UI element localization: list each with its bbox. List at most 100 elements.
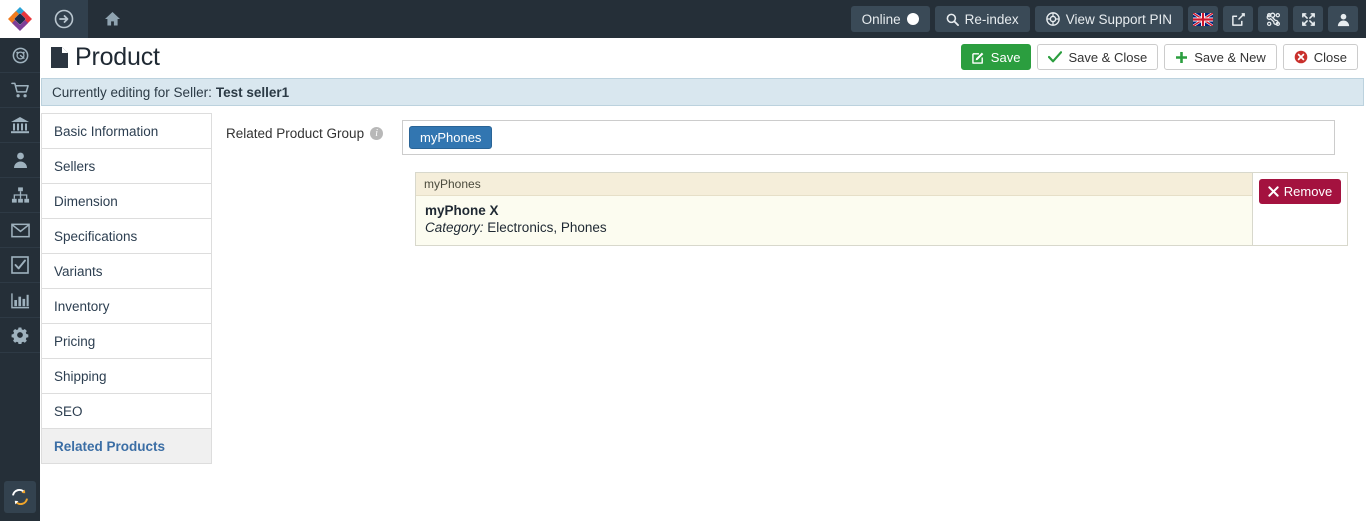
sidebar-icon-rail — [0, 38, 40, 521]
tab-related-products[interactable]: Related Products — [42, 429, 211, 464]
uk-flag-icon — [1192, 11, 1214, 27]
related-product-group-input[interactable]: myPhones — [402, 120, 1335, 155]
related-products-panel: Related Product Group i myPhones myPhone… — [212, 113, 1366, 253]
nav-forward-button[interactable] — [40, 0, 88, 38]
tab-basic-information[interactable]: Basic Information — [42, 114, 211, 149]
envelope-icon — [10, 223, 30, 238]
tab-shipping[interactable]: Shipping — [42, 359, 211, 394]
check-icon — [1048, 51, 1063, 63]
topbar-actions: Online Re-index View Support PIN — [850, 0, 1366, 38]
reindex-button[interactable]: Re-index — [934, 6, 1030, 32]
shopping-cart-icon — [10, 81, 30, 99]
remove-button[interactable]: Remove — [1258, 179, 1342, 204]
tab-sellers[interactable]: Sellers — [42, 149, 211, 184]
save-and-new-label: Save & New — [1194, 49, 1266, 65]
group-chip[interactable]: myPhones — [409, 126, 493, 149]
category-value: Electronics, Phones — [487, 220, 607, 235]
save-and-new-button[interactable]: Save & New — [1164, 44, 1277, 70]
tab-inventory[interactable]: Inventory — [42, 289, 211, 324]
sidebar-item-dashboard[interactable] — [0, 38, 40, 73]
tab-label: Basic Information — [54, 123, 159, 139]
save-and-close-button[interactable]: Save & Close — [1037, 44, 1159, 70]
group-card: myPhones myPhone X Category: Electronics… — [416, 173, 1252, 245]
tab-label: Inventory — [54, 298, 110, 314]
save-button-label: Save — [990, 49, 1021, 65]
related-product-group-label: Related Product Group i — [212, 113, 402, 141]
remove-button-label: Remove — [1283, 184, 1333, 199]
fullscreen-button[interactable] — [1293, 6, 1323, 32]
tab-label: Sellers — [54, 158, 96, 174]
preview-site-button[interactable] — [1223, 6, 1253, 32]
app-root: Online Re-index View Support PIN Product… — [0, 0, 1366, 521]
top-navigation-bar: Online Re-index View Support PIN — [0, 0, 1366, 38]
brand-logo[interactable] — [0, 0, 40, 38]
close-circle-icon — [1294, 50, 1308, 64]
language-flag-button[interactable] — [1188, 6, 1218, 32]
product-tab-list: Basic Information Sellers Dimension Spec… — [41, 113, 212, 464]
sidebar-item-reports[interactable] — [0, 283, 40, 318]
sidebar-item-orders[interactable] — [0, 73, 40, 108]
seller-banner-name: Test seller1 — [215, 84, 290, 100]
user-account-button[interactable] — [1328, 6, 1358, 32]
page-title: Product — [50, 43, 160, 72]
online-status-label: Online — [861, 11, 901, 27]
seller-banner-prefix: Currently editing for Seller: — [52, 84, 212, 100]
times-icon — [1268, 186, 1279, 197]
related-product-group-row: Related Product Group i myPhones — [212, 113, 1366, 155]
search-icon — [946, 13, 959, 26]
expand-arrows-icon — [1301, 12, 1316, 27]
tab-label: Variants — [54, 263, 103, 279]
save-and-close-label: Save & Close — [1068, 49, 1148, 65]
close-button-label: Close — [1313, 49, 1347, 65]
related-group-result-card: myPhones myPhone X Category: Electronics… — [415, 172, 1348, 246]
home-icon — [104, 12, 120, 26]
online-status-toggle[interactable]: Online — [850, 6, 930, 32]
tab-variants[interactable]: Variants — [42, 254, 211, 289]
sidebar-item-finance[interactable] — [0, 108, 40, 143]
related-product-category: Category: Electronics, Phones — [425, 220, 1243, 235]
sidebar-item-tasks[interactable] — [0, 248, 40, 283]
info-circle-icon[interactable]: i — [370, 127, 384, 140]
tab-label: Pricing — [54, 333, 96, 349]
checkbox-checked-icon — [11, 256, 29, 274]
lifering-icon — [1045, 12, 1060, 26]
gear-icon — [11, 326, 29, 345]
sidebar-item-customers[interactable] — [0, 143, 40, 178]
user-icon — [12, 151, 29, 169]
tab-specifications[interactable]: Specifications — [42, 219, 211, 254]
save-button[interactable]: Save — [960, 44, 1032, 70]
sitemap-icon — [11, 186, 30, 204]
brand-diamond-logo-icon — [8, 7, 32, 31]
page-title-text: Product — [75, 42, 160, 71]
bar-chart-icon — [10, 292, 30, 309]
sidebar-item-settings[interactable] — [0, 318, 40, 353]
joomla-logo-icon — [1266, 12, 1281, 27]
field-label-text: Related Product Group — [226, 126, 365, 141]
close-button[interactable]: Close — [1282, 44, 1358, 70]
page-header: Product Save Save & Close Save & New Clo… — [40, 38, 1366, 76]
related-product-name: myPhone X — [425, 203, 499, 218]
reindex-label: Re-index — [964, 11, 1019, 27]
online-status-dot-icon — [906, 13, 919, 25]
plus-icon — [1175, 51, 1188, 64]
nav-home-button[interactable] — [88, 0, 136, 38]
tab-dimension[interactable]: Dimension — [42, 184, 211, 219]
remove-cell: Remove — [1252, 173, 1347, 245]
tab-label: SEO — [54, 403, 83, 419]
tab-label: Dimension — [54, 193, 118, 209]
joomla-admin-button[interactable] — [1258, 6, 1288, 32]
tab-pricing[interactable]: Pricing — [42, 324, 211, 359]
view-support-pin-label: View Support PIN — [1065, 11, 1172, 27]
save-pencil-icon — [972, 51, 985, 64]
view-support-pin-button[interactable]: View Support PIN — [1034, 6, 1183, 32]
group-card-body: myPhone X Category: Electronics, Phones — [416, 196, 1252, 245]
tab-seo[interactable]: SEO — [42, 394, 211, 429]
tab-label: Related Products — [54, 438, 166, 454]
refresh-sync-button[interactable] — [4, 481, 36, 513]
sidebar-item-categories[interactable] — [0, 178, 40, 213]
external-link-icon — [1231, 12, 1246, 27]
file-page-icon — [50, 46, 69, 69]
category-label: Category: — [425, 220, 484, 235]
sidebar-item-messages[interactable] — [0, 213, 40, 248]
